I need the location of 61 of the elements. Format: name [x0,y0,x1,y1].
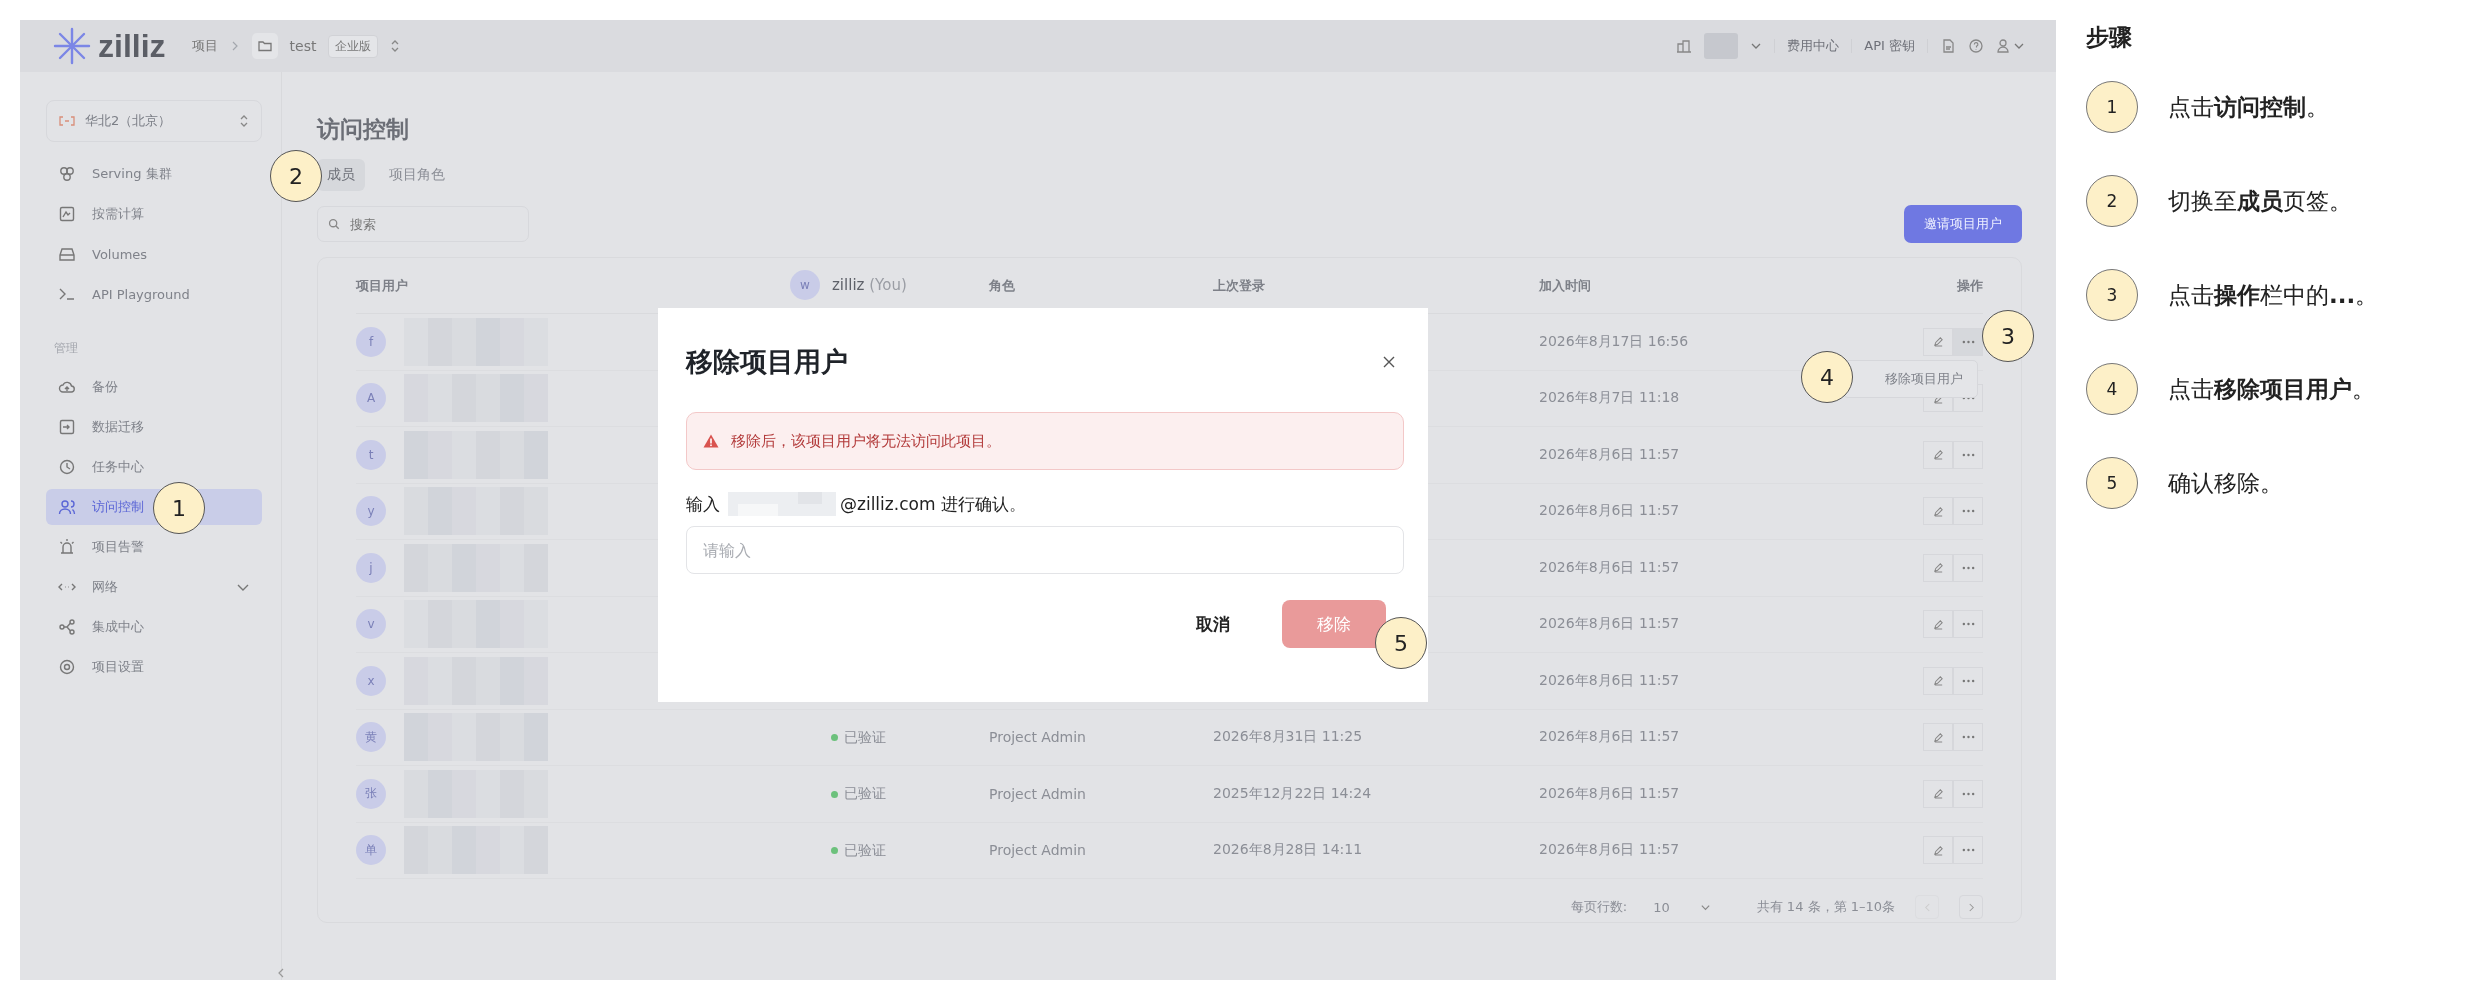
table-cell-text: 2026年8月6日 11:57 [1539,841,1681,860]
logo-text: zilliz [98,27,166,65]
step-marker-tooltip: 1 [153,482,205,534]
avatar: 张 [356,778,386,809]
section-label: 管理 [53,340,79,357]
table-cell-text: 2026年8月6日 11:57 [1539,671,1681,690]
step-marker-tooltip: 4 [1801,351,1853,403]
step-marker-tooltip: 2 [270,150,322,202]
steps-title: 步骤 [2086,23,2133,52]
avatar: j [356,552,386,583]
table-cell: 2026年8月31日 11:25 [1213,728,1363,745]
table-cell-text: 2026年8月17日 16:56 [1539,332,1690,351]
prompt-text: 输入 [686,492,720,516]
avatar: f [356,326,386,357]
step-text: 点击操作栏中的...。 [2168,280,2379,310]
alert-text: 移除后，该项目用户将无法访问此项目。 [731,431,1001,451]
step-number: 5 [2086,457,2138,509]
avatar: A [356,383,386,414]
column-header: 上次登录 [1213,276,1265,295]
user-name: zilliz (You) [832,276,907,294]
step-text: 切换至成员页签。 [2168,186,2352,216]
column-header: 角色 [989,276,1015,295]
table-cell: 2025年12月22日 14:24 [1213,784,1372,801]
avatar: x [356,665,386,696]
column-header: 操作 [1957,276,1983,295]
status-label: 已验证 [831,785,886,803]
table-cell: Project Admin [989,842,1086,859]
avatar: t [356,439,386,470]
table-cell-text: 2026年8月6日 11:57 [1539,784,1681,803]
column-header: 加入时间 [1539,276,1591,295]
table-cell: 2026年8月28日 14:11 [1213,841,1363,858]
step-number: 3 [2086,269,2138,321]
table-cell-text: 2026年8月7日 11:18 [1539,389,1681,408]
avatar: v [356,609,386,640]
step-text: 点击访问控制。 [2168,92,2329,122]
pagination-summary: 共有 14 条，第 1–10条 [1756,898,1895,916]
dialog-title: 移除项目用户 [686,345,848,379]
step-number: 1 [2086,81,2138,133]
page-title: 访问控制 [317,115,410,144]
table-cell-text: 2026年8月6日 11:57 [1539,728,1681,747]
avatar: w [790,270,820,300]
step-text: 确认移除。 [2168,468,2283,498]
step-number: 2 [2086,175,2138,227]
avatar: y [356,496,386,527]
status-label: 已验证 [831,841,886,860]
step-text: 点击移除项目用户。 [2168,374,2375,404]
table-cell-text: 2026年8月6日 11:57 [1539,445,1681,464]
step-marker-tooltip: 3 [1982,310,2034,362]
table-cell-text: 2026年8月6日 11:57 [1539,615,1681,634]
step-number: 4 [2086,363,2138,415]
prompt-text: @zilliz.com 进行确认。 [840,492,1026,516]
status-label: 已验证 [831,728,886,747]
rows-per-page-label: 每页行数: [1570,898,1628,916]
column-header: 项目用户 [356,276,408,295]
avatar: 黄 [356,722,386,753]
table-cell: Project Admin [989,729,1086,746]
avatar: 单 [356,835,386,866]
plan-badge: 企业版 [328,34,379,58]
table-cell-text: 2026年8月6日 11:57 [1539,502,1681,521]
table-cell: Project Admin [989,785,1086,802]
table-cell-text: 2026年8月6日 11:57 [1539,558,1681,577]
